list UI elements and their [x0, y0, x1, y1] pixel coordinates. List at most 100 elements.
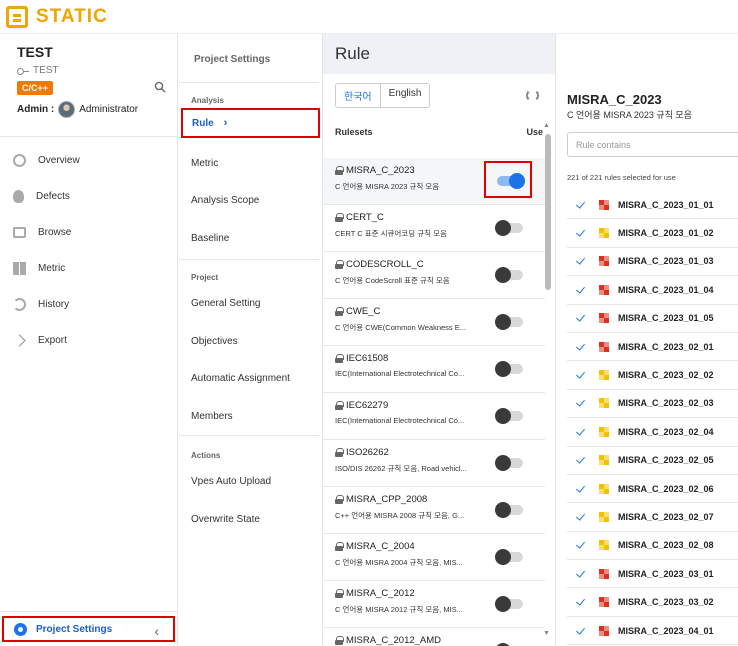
sidebar-item-export[interactable]: Export	[0, 322, 178, 358]
check-icon[interactable]	[575, 285, 585, 295]
ruleset-item[interactable]: MISRA_C_2004 C 언어용 MISRA 2004 규칙 모음, MIS.…	[323, 534, 545, 581]
page-title: Rule	[335, 44, 370, 63]
sidebar-item-project-settings[interactable]: Project Settings ‹	[2, 616, 175, 642]
rule-row[interactable]: MISRA_C_2023_02_06	[567, 475, 738, 504]
use-toggle[interactable]	[495, 314, 523, 330]
rule-row[interactable]: MISRA_C_2023_04_01	[567, 617, 738, 646]
check-icon[interactable]	[575, 228, 585, 238]
tab-korean[interactable]: 한국어	[336, 84, 381, 107]
settings-item-general-setting[interactable]: General Setting	[191, 298, 261, 309]
rulesets-column-header: Rulesets	[335, 127, 373, 137]
ruleset-description: C++ 언어용 MISRA 2008 규칙 모음, G...	[335, 511, 465, 520]
settings-item-vpes-auto-upload[interactable]: Vpes Auto Upload	[191, 476, 271, 487]
sidebar-item-history[interactable]: History	[0, 286, 178, 322]
sidebar: TEST TEST C/C++ Admin : Administrator Ov…	[0, 34, 178, 646]
ruleset-item[interactable]: CWE_C C 언어용 CWE(Common Weakness E...	[323, 299, 545, 346]
ruleset-item[interactable]: CODESCROLL_C C 언어용 CodeScroll 표준 규칙 모음	[323, 252, 545, 299]
rule-label: MISRA_C_2023_03_01	[618, 568, 714, 579]
rule-row[interactable]: MISRA_C_2023_01_05	[567, 305, 738, 333]
rule-row[interactable]: MISRA_C_2023_02_05	[567, 447, 738, 475]
severity-icon	[599, 483, 609, 494]
rule-row[interactable]: MISRA_C_2023_01_01	[567, 191, 738, 220]
sidebar-item-overview[interactable]: Overview	[0, 142, 178, 178]
ruleset-item[interactable]: MISRA_C_2012 C 언어용 MISRA 2012 규칙 모음, MIS.…	[323, 581, 545, 628]
check-icon[interactable]	[575, 370, 585, 380]
overview-icon	[13, 153, 26, 167]
use-toggle[interactable]	[495, 267, 523, 283]
use-toggle[interactable]	[495, 455, 523, 471]
ruleset-name: MISRA_C_2023	[346, 165, 415, 176]
ruleset-item[interactable]: MISRA_CPP_2008 C++ 언어용 MISRA 2008 규칙 모음, …	[323, 487, 545, 534]
ruleset-name: MISRA_C_2004	[346, 541, 415, 552]
settings-item-metric[interactable]: Metric	[191, 158, 218, 169]
lock-icon	[335, 542, 344, 551]
collapse-sidebar-icon[interactable]: ‹	[154, 623, 159, 639]
settings-item-overwrite-state[interactable]: Overwrite State	[191, 514, 260, 525]
use-toggle[interactable]	[495, 502, 523, 518]
use-toggle[interactable]	[495, 596, 523, 612]
settings-item-automatic-assignment[interactable]: Automatic Assignment	[191, 373, 290, 384]
rule-row[interactable]: MISRA_C_2023_01_02	[567, 219, 738, 248]
ruleset-title: MISRA_C_2023	[567, 92, 662, 107]
rule-label: MISRA_C_2023_03_02	[618, 597, 714, 608]
ruleset-item[interactable]: MISRA_C_2012_AMDC 언어용 MISRA 2012 AMD 규칙 …	[323, 628, 545, 646]
settings-item-baseline[interactable]: Baseline	[191, 233, 229, 244]
check-icon[interactable]	[575, 569, 585, 579]
rule-row[interactable]: MISRA_C_2023_02_01	[567, 333, 738, 362]
check-icon[interactable]	[575, 626, 585, 636]
use-toggle[interactable]	[495, 549, 523, 565]
check-icon[interactable]	[575, 484, 585, 494]
ruleset-name-row: CWE_C	[335, 306, 545, 317]
top-bar: STATIC	[0, 0, 738, 34]
rule-row[interactable]: MISRA_C_2023_02_07	[567, 503, 738, 532]
scroll-up-icon[interactable]: ▲	[543, 122, 550, 129]
check-icon[interactable]	[575, 342, 585, 352]
rule-row[interactable]: MISRA_C_2023_01_04	[567, 276, 738, 305]
ruleset-item[interactable]: IEC62279 IEC(International Electrotechnic…	[323, 393, 545, 440]
check-icon[interactable]	[575, 200, 585, 210]
rule-search-input[interactable]: Rule contains	[567, 132, 738, 157]
rule-row[interactable]: MISRA_C_2023_01_03	[567, 248, 738, 277]
rule-row[interactable]: MISRA_C_2023_02_03	[567, 390, 738, 419]
check-icon[interactable]	[575, 597, 585, 607]
rule-row[interactable]: MISRA_C_2023_02_08	[567, 532, 738, 561]
ruleset-item[interactable]: IEC61508 IEC(International Electrotechnic…	[323, 346, 545, 393]
settings-item-members[interactable]: Members	[191, 411, 233, 422]
refresh-icon[interactable]	[526, 89, 539, 102]
check-icon[interactable]	[575, 455, 585, 465]
scrollbar-thumb[interactable]	[545, 134, 551, 290]
check-icon[interactable]	[575, 427, 585, 437]
use-toggle[interactable]	[495, 408, 523, 424]
section-project: Project	[191, 273, 219, 282]
rule-row[interactable]: MISRA_C_2023_02_02	[567, 361, 738, 390]
ruleset-item[interactable]: CERT_C CERT C 표준 시큐어코딩 규칙 모음	[323, 205, 545, 252]
check-icon[interactable]	[575, 512, 585, 522]
rule-row[interactable]: MISRA_C_2023_02_04	[567, 418, 738, 447]
rule-row[interactable]: MISRA_C_2023_03_01	[567, 560, 738, 589]
settings-item-rule[interactable]: Rule ›	[181, 108, 320, 138]
rule-row[interactable]: MISRA_C_2023_03_02	[567, 588, 738, 617]
ruleset-item[interactable]: MISRA_C_2023 C 언어용 MISRA 2023 규칙 모음	[323, 158, 545, 205]
search-icon[interactable]	[154, 81, 166, 93]
scroll-down-icon[interactable]: ▼	[543, 630, 550, 637]
ruleset-item[interactable]: ISO26262 ISO/DIS 26262 규칙 모음, Road vehicl…	[323, 440, 545, 487]
scrollbar[interactable]: ▲ ▼	[543, 122, 552, 642]
ruleset-description: CERT C 표준 시큐어코딩 규칙 모음	[335, 229, 447, 238]
use-toggle[interactable]	[495, 220, 523, 236]
avatar[interactable]	[58, 101, 76, 118]
use-column-header: Use	[526, 127, 543, 137]
check-icon[interactable]	[575, 398, 585, 408]
sidebar-item-metric[interactable]: Metric	[0, 250, 178, 286]
use-toggle[interactable]	[495, 361, 523, 377]
rule-label: MISRA_C_2023_02_07	[618, 511, 714, 522]
sidebar-item-defects[interactable]: Defects	[0, 178, 178, 214]
check-icon[interactable]	[575, 313, 585, 323]
settings-item-objectives[interactable]: Objectives	[191, 336, 238, 347]
settings-item-analysis-scope[interactable]: Analysis Scope	[191, 195, 259, 206]
check-icon[interactable]	[575, 256, 585, 266]
language-tabs: 한국어 English	[335, 83, 431, 108]
sidebar-item-browse[interactable]: Browse	[0, 214, 178, 250]
tab-english[interactable]: English	[380, 84, 430, 107]
check-icon[interactable]	[575, 540, 585, 550]
ruleset-name: MISRA_C_2012	[346, 588, 415, 599]
